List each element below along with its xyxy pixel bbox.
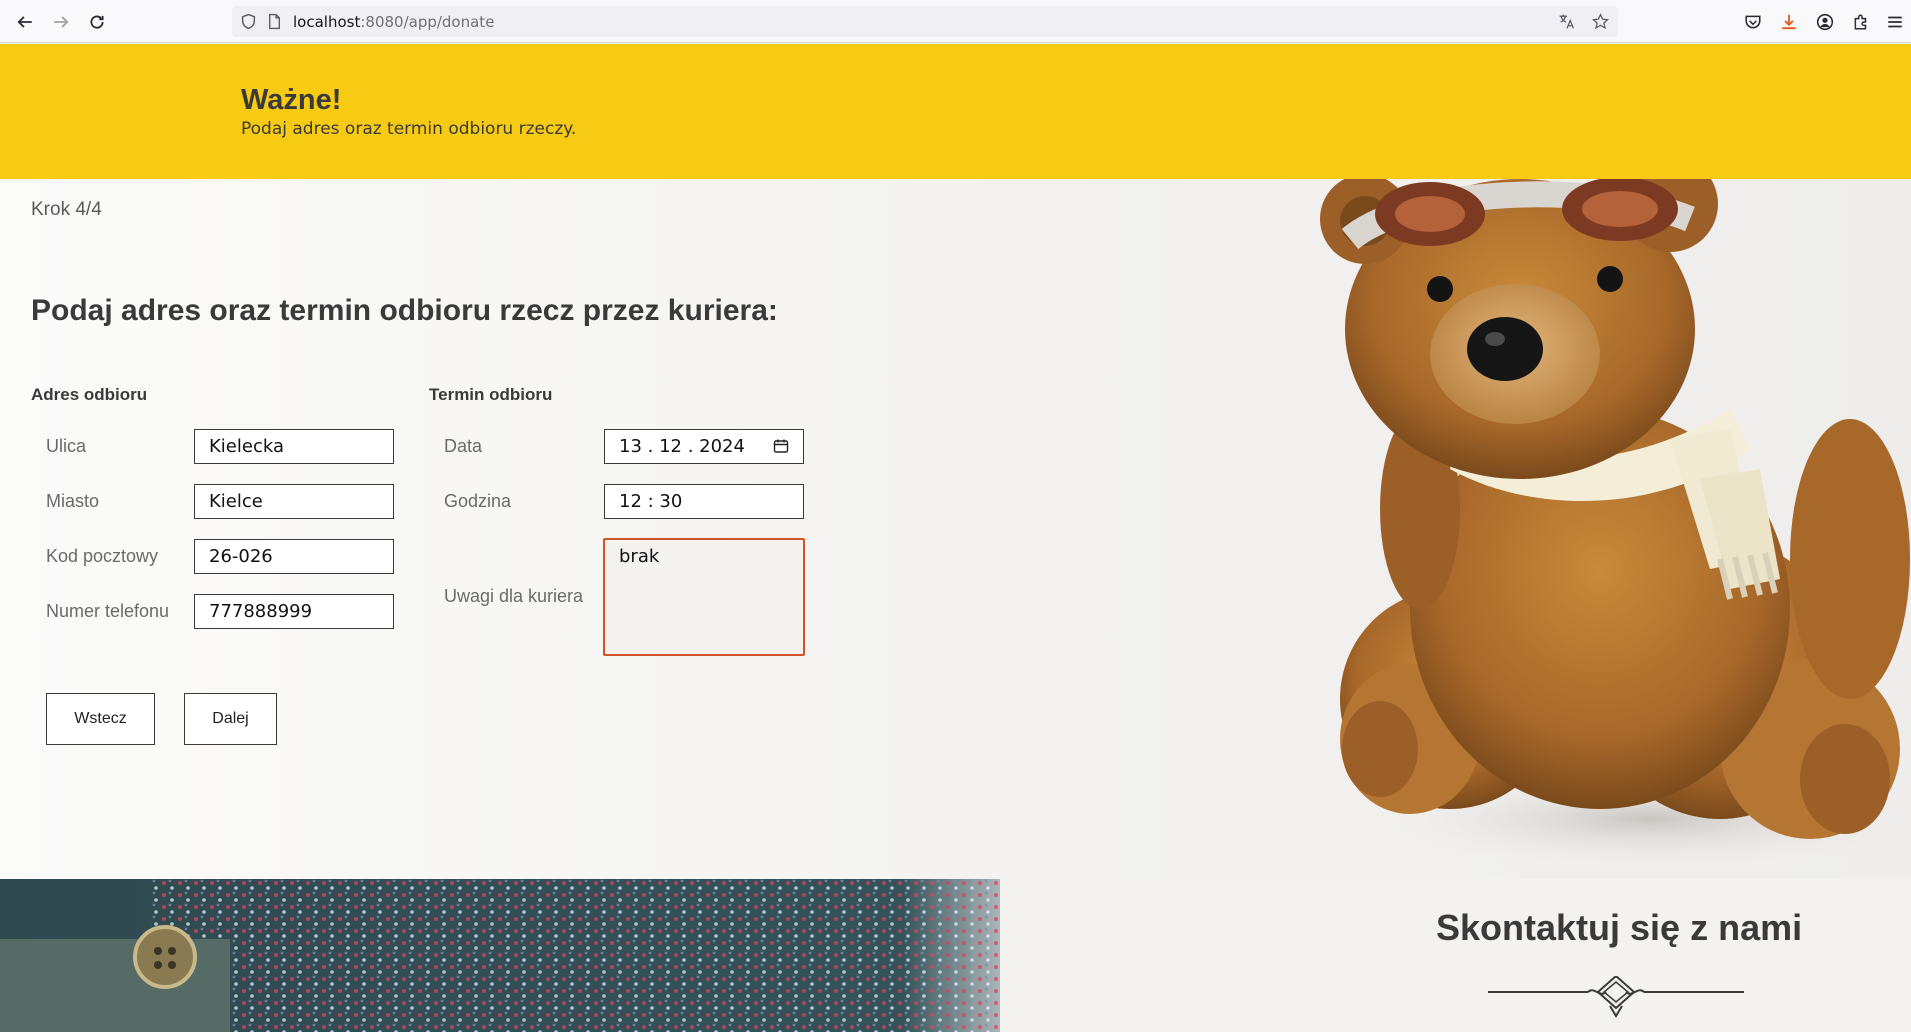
menu-icon[interactable] — [1884, 11, 1906, 33]
contact-title: Skontaktuj się z nami — [1436, 907, 1803, 948]
back-button[interactable]: Wstecz — [46, 693, 155, 745]
teddy-bear-image — [1320, 179, 1911, 869]
city-input[interactable]: Kielce — [194, 484, 394, 519]
important-banner: Ważne! Podaj adres oraz termin odbioru r… — [0, 44, 1911, 179]
ornament-divider — [1488, 976, 1744, 1018]
star-icon[interactable] — [1592, 13, 1609, 30]
time-label: Godzina — [444, 491, 512, 511]
browser-toolbar: localhost:8080/app/donate — [0, 0, 1911, 43]
step-indicator: Krok 4/4 — [31, 199, 102, 220]
banner-title: Ważne! — [241, 84, 342, 116]
sweater-image — [0, 879, 1060, 1032]
date-input[interactable]: 13 . 12 . 2024 — [604, 429, 804, 464]
date-label: Data — [444, 436, 483, 456]
arrow-left-icon[interactable] — [12, 9, 38, 35]
date-value: 13 . 12 . 2024 — [619, 436, 745, 457]
url-text: localhost:8080/app/donate — [293, 13, 495, 31]
notes-label: Uwagi dla kuriera — [444, 586, 584, 606]
shield-icon[interactable] — [240, 13, 257, 30]
address-section-title: Adres odbioru — [31, 385, 148, 404]
pocket-icon[interactable] — [1742, 11, 1764, 33]
notes-textarea[interactable]: brak — [603, 538, 805, 656]
arrow-right-icon[interactable] — [48, 9, 74, 35]
street-input[interactable]: Kielecka — [194, 429, 394, 464]
donate-form-section: Krok 4/4 Podaj adres oraz termin odbioru… — [0, 179, 1911, 879]
translate-icon[interactable] — [1558, 13, 1575, 30]
street-label: Ulica — [46, 436, 87, 456]
contact-section: Skontaktuj się z nami — [0, 879, 1911, 1032]
page-icon[interactable] — [266, 13, 283, 30]
download-icon[interactable] — [1778, 11, 1800, 33]
phone-label: Numer telefonu — [46, 601, 170, 621]
calendar-icon[interactable] — [773, 438, 789, 454]
banner-text: Podaj adres oraz termin odbioru rzeczy. — [241, 119, 577, 139]
phone-input[interactable]: 777888999 — [194, 594, 394, 629]
extensions-icon[interactable] — [1850, 11, 1872, 33]
next-button[interactable]: Dalej — [184, 693, 277, 745]
reload-icon[interactable] — [84, 9, 110, 35]
url-bar[interactable]: localhost:8080/app/donate — [232, 6, 1618, 37]
pickup-section-title: Termin odbioru — [429, 385, 553, 404]
zip-input[interactable]: 26-026 — [194, 539, 394, 574]
zip-label: Kod pocztowy — [46, 546, 159, 566]
form-heading: Podaj adres oraz termin odbioru rzecz pr… — [31, 294, 778, 327]
time-input[interactable]: 12 : 30 — [604, 484, 804, 519]
account-icon[interactable] — [1814, 11, 1836, 33]
city-label: Miasto — [46, 491, 100, 511]
